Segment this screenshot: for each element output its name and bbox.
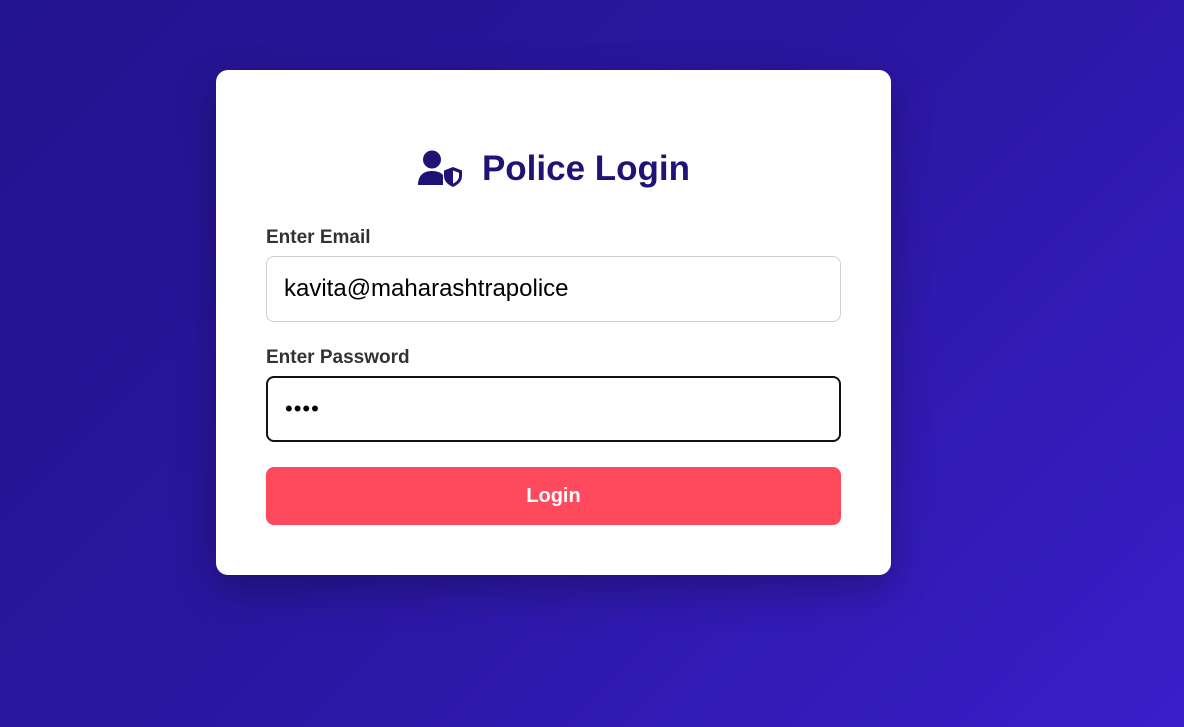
page-title: Police Login — [481, 149, 691, 188]
password-field[interactable] — [266, 376, 841, 442]
password-label: Enter Password — [266, 347, 410, 368]
user-shield-icon — [417, 150, 463, 188]
login-button[interactable]: Login — [266, 467, 841, 525]
email-field[interactable] — [266, 256, 841, 322]
login-card: Police Login Enter Email Enter Password … — [216, 70, 891, 575]
login-header: Police Login — [216, 146, 891, 192]
email-label: Enter Email — [266, 227, 371, 248]
